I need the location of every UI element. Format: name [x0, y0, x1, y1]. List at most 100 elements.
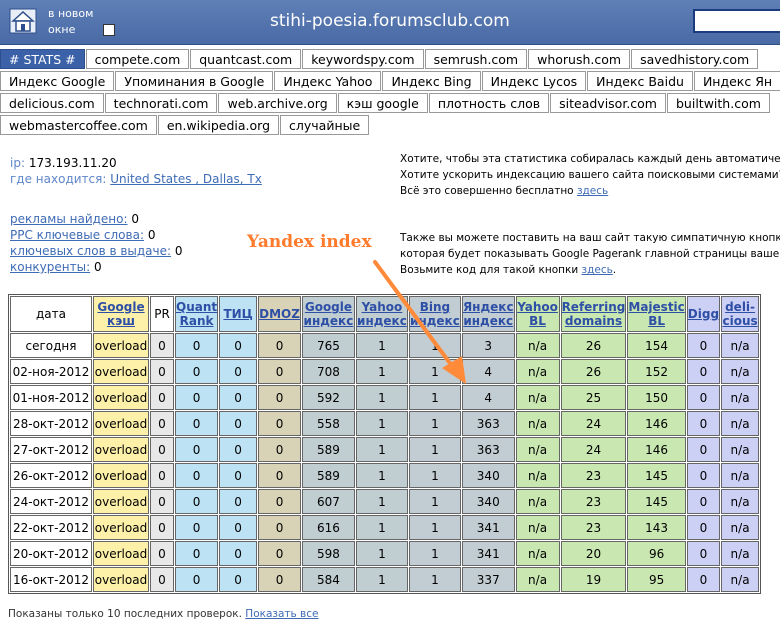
tab[interactable]: quantcast.com — [190, 49, 302, 69]
cell-qr: 0 — [175, 333, 219, 358]
col-header-bi[interactable]: Bing индекс — [408, 296, 461, 332]
tab[interactable]: en.wikipedia.org — [157, 115, 280, 135]
col-header-link[interactable]: ТИЦ — [223, 307, 252, 321]
tab[interactable]: Индекс Baidu — [587, 71, 693, 91]
col-header-qr[interactable]: Quant Rank — [175, 296, 219, 332]
cell-date: 27-окт-2012 — [10, 437, 92, 462]
tab[interactable]: кэш google — [337, 93, 428, 113]
col-header-del[interactable]: deli- cious — [721, 296, 760, 332]
ppc-link[interactable]: PPC ключевые слова: — [10, 228, 144, 242]
show-all-link[interactable]: Показать все — [245, 608, 318, 620]
cell-maj: 150 — [627, 385, 686, 410]
cell-maj: 154 — [627, 333, 686, 358]
col-header-link[interactable]: Yahoo BL — [517, 300, 558, 328]
cell-del: n/a — [721, 515, 760, 540]
cell-ybl: n/a — [515, 333, 560, 358]
ads-link[interactable]: рекламы найдено: — [10, 212, 128, 226]
competitors-value: 0 — [93, 260, 102, 274]
tab[interactable]: # STATS # — [0, 49, 85, 69]
tab[interactable]: whorush.com — [528, 49, 631, 69]
cell-ji: 3 — [461, 333, 515, 358]
cell-ji: 4 — [461, 359, 515, 384]
col-header-link[interactable]: Bing индекс — [410, 300, 460, 328]
cell-ybl: n/a — [515, 411, 560, 436]
promo-line: Хотите, чтобы эта статистика собиралась … — [400, 153, 780, 165]
nav-tabs: # STATS # compete.com quantcast.com keyword… — [0, 49, 780, 137]
col-header-dmoz[interactable]: DMOZ — [258, 296, 301, 332]
cell-gk: overload — [93, 489, 149, 514]
tab[interactable]: Индекс Google — [0, 71, 115, 91]
col-header-link[interactable]: Majestic BL — [628, 300, 684, 328]
promo-link[interactable]: здесь — [582, 264, 613, 276]
location-link[interactable]: United States , Dallas, Tx — [110, 172, 262, 186]
cell-pr: 0 — [150, 567, 174, 592]
col-header-link[interactable]: Google индекс — [304, 300, 354, 328]
tab[interactable]: delicious.com — [0, 93, 104, 113]
cell-bi: 1 — [408, 411, 461, 436]
tab[interactable]: плотность слов — [428, 93, 550, 113]
tab[interactable]: keywordspy.com — [302, 49, 424, 69]
tab[interactable]: technorati.com — [104, 93, 218, 113]
col-header-gk[interactable]: Google кэш — [93, 296, 149, 332]
col-header-link[interactable]: Google кэш — [97, 300, 144, 328]
cell-date: 02-ноя-2012 — [10, 359, 92, 384]
cell-yi: 1 — [355, 489, 408, 514]
tab[interactable]: webmastercoffee.com — [0, 115, 157, 135]
cell-ref: 24 — [560, 437, 627, 462]
tab[interactable]: Индекс Yahoo — [274, 71, 382, 91]
cell-pr: 0 — [150, 515, 174, 540]
col-header-digg[interactable]: Digg — [686, 296, 721, 332]
tab[interactable]: builtwith.com — [667, 93, 770, 113]
col-header-ref[interactable]: Referring domains — [560, 296, 627, 332]
col-header-yi[interactable]: Yahoo индекс — [355, 296, 408, 332]
table-row: 16-окт-2012 overload 0 0 0 0 584 1 1 337 n/a 19 95 0 n… — [10, 567, 760, 592]
tab[interactable]: Индекс Lycos — [481, 71, 587, 91]
col-header-ybl[interactable]: Yahoo BL — [515, 296, 560, 332]
promo-stats: Хотите, чтобы эта статистика собиралась … — [400, 151, 780, 199]
tab[interactable]: savedhistory.com — [631, 49, 759, 69]
col-header-maj[interactable]: Majestic BL — [627, 296, 686, 332]
col-header-link[interactable]: Yahoo индекс — [357, 300, 407, 328]
cell-digg: 0 — [686, 411, 721, 436]
tab[interactable]: web.archive.org — [218, 93, 337, 113]
tab[interactable]: случайные — [280, 115, 370, 135]
tab[interactable]: Индекс Ян — [693, 71, 780, 91]
tab[interactable]: Упоминания в Google — [115, 71, 274, 91]
tab[interactable]: semrush.com — [424, 49, 528, 69]
cell-gi: 765 — [301, 333, 355, 358]
col-header-link[interactable]: DMOZ — [259, 307, 300, 321]
col-header-link[interactable]: Яндекс индекс — [463, 300, 514, 328]
col-header-gi[interactable]: Google индекс — [301, 296, 355, 332]
cell-bi: 1 — [408, 489, 461, 514]
col-header-ji[interactable]: Яндекс индекс — [461, 296, 515, 332]
cell-bi: 1 — [408, 515, 461, 540]
col-header-link[interactable]: Digg — [688, 307, 719, 321]
cell-pr: 0 — [150, 541, 174, 566]
cell-ybl: n/a — [515, 437, 560, 462]
ads-value: 0 — [131, 212, 139, 226]
col-header-link[interactable]: Quant Rank — [176, 300, 217, 328]
home-icon[interactable] — [9, 8, 37, 34]
cell-yi: 1 — [355, 541, 408, 566]
cell-yi: 1 — [355, 411, 408, 436]
promo-line: которая будет показывать Google Pagerank… — [400, 248, 780, 260]
competitors-link[interactable]: конкуренты: — [10, 260, 90, 274]
keywords-link[interactable]: ключевых слов в выдаче: — [10, 244, 171, 258]
col-header-link[interactable]: deli- cious — [722, 300, 757, 328]
tab[interactable]: compete.com — [85, 49, 190, 69]
col-header-tic[interactable]: ТИЦ — [219, 296, 258, 332]
cell-gi: 558 — [301, 411, 355, 436]
cell-ref: 25 — [560, 385, 627, 410]
ip-label: ip: — [10, 156, 25, 170]
search-input[interactable] — [693, 9, 780, 33]
cell-ref: 26 — [560, 359, 627, 384]
cell-gk: overload — [93, 541, 149, 566]
cell-gi: 607 — [301, 489, 355, 514]
cell-yi: 1 — [355, 515, 408, 540]
tab[interactable]: siteadvisor.com — [550, 93, 666, 113]
col-header-link[interactable]: Referring domains — [562, 300, 626, 328]
tab[interactable]: Индекс Bing — [382, 71, 481, 91]
cell-dmoz: 0 — [258, 489, 301, 514]
new-window-checkbox[interactable] — [103, 24, 115, 36]
promo-link[interactable]: здесь — [577, 185, 608, 197]
